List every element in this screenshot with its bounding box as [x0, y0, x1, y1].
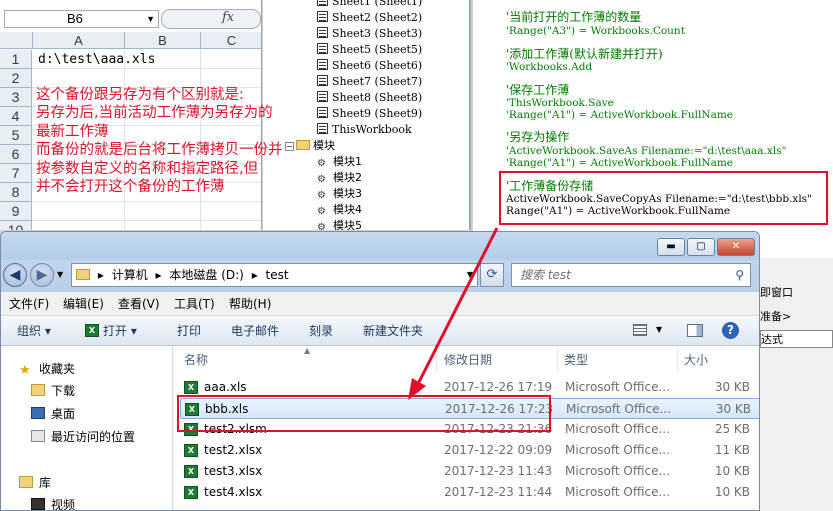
- annotation-arrow: [408, 227, 499, 400]
- arrow-head: [408, 378, 426, 400]
- arrow-shaft: [415, 227, 499, 387]
